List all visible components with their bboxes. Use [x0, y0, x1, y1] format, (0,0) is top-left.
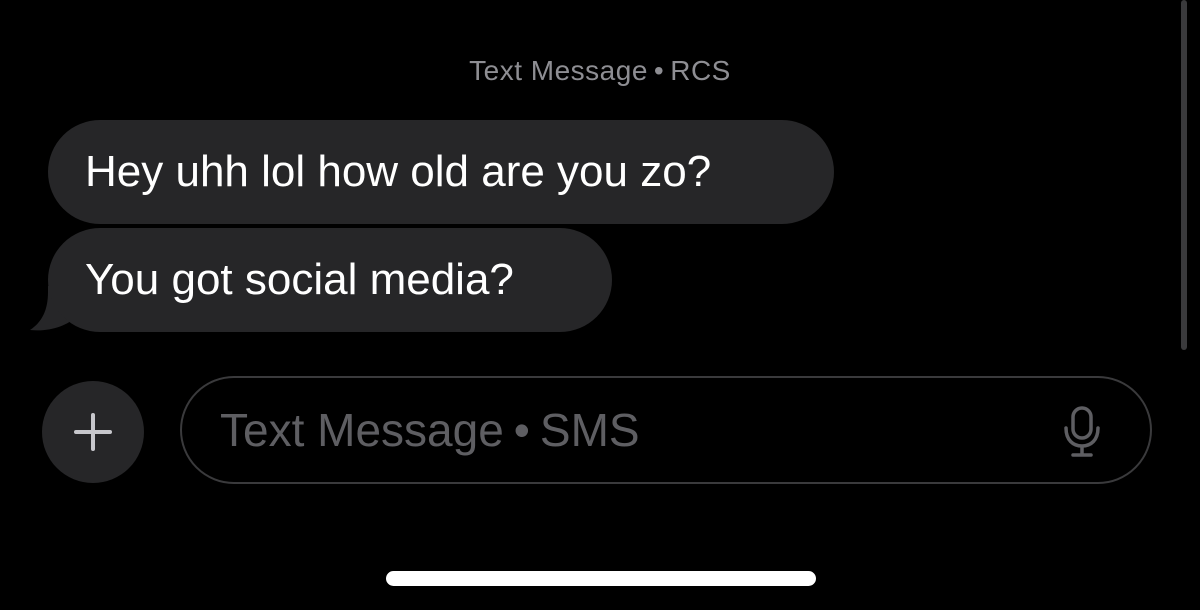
scrollbar[interactable]	[1181, 0, 1187, 350]
service-header: Text Message • RCS	[0, 55, 1200, 87]
microphone-icon[interactable]	[1062, 406, 1102, 458]
message-text: Hey uhh lol how old are you zo?	[85, 147, 712, 196]
home-indicator[interactable]	[386, 571, 816, 586]
message-input-placeholder: Text Message • SMS	[220, 378, 640, 482]
placeholder-separator: •	[513, 404, 530, 456]
message-bubble-incoming[interactable]: Hey uhh lol how old are you zo?	[48, 120, 834, 224]
messages-screen: Text Message • RCS Hey uhh lol how old are…	[0, 0, 1200, 610]
service-header-separator: •	[653, 55, 665, 86]
message-text: You got social media?	[85, 255, 514, 304]
service-header-label: Text Message	[469, 55, 648, 86]
message-input-field[interactable]: Text Message • SMS	[180, 376, 1152, 484]
placeholder-label: Text Message	[220, 404, 504, 456]
service-header-service: RCS	[670, 55, 731, 86]
message-bubble-incoming[interactable]: You got social media?	[48, 228, 612, 332]
plus-icon	[74, 413, 112, 451]
placeholder-service: SMS	[539, 404, 640, 456]
add-attachment-button[interactable]	[42, 381, 144, 483]
